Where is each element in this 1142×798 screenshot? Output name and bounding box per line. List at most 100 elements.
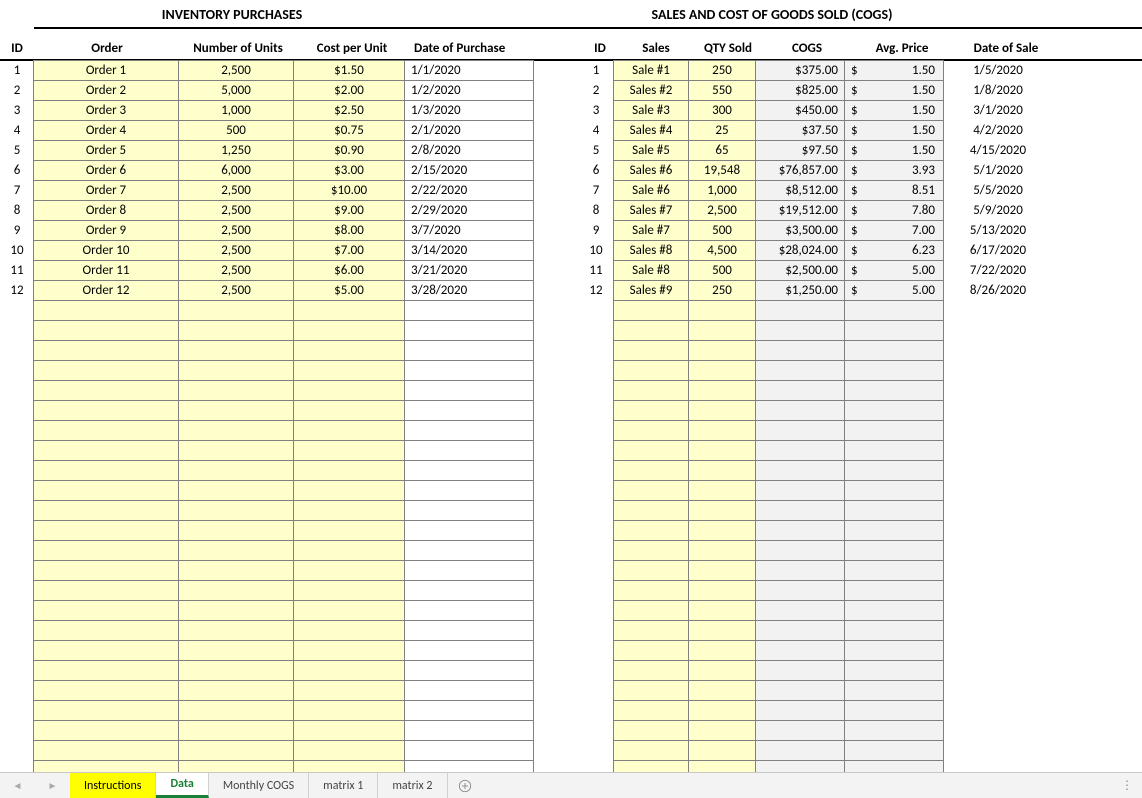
cell-units[interactable]: 2,500: [178, 260, 294, 281]
cell-date-purchase[interactable]: 3/14/2020: [404, 240, 534, 261]
cell-cogs[interactable]: [755, 700, 845, 721]
cell-qty[interactable]: 25: [688, 120, 756, 141]
table-row[interactable]: 5Order 51,250$0.902/8/20205Sale #565$97.…: [0, 141, 1142, 161]
cell-date-sale[interactable]: 8/26/2020: [944, 281, 1052, 301]
cell-date-purchase[interactable]: 3/28/2020: [404, 280, 534, 301]
cell-avg-price[interactable]: [844, 520, 944, 541]
cell-avg-price[interactable]: $5.00: [844, 260, 944, 281]
cell-date-sale[interactable]: [944, 721, 1052, 741]
cell-cost[interactable]: [293, 480, 405, 501]
hdr-qty[interactable]: QTY Sold: [694, 39, 762, 59]
table-row[interactable]: [0, 321, 1142, 341]
cell-qty[interactable]: [688, 680, 756, 701]
table-row[interactable]: 6Order 66,000$3.002/15/20206Sales #619,5…: [0, 161, 1142, 181]
cell-cogs[interactable]: [755, 520, 845, 541]
cell-cost[interactable]: [293, 740, 405, 761]
cell-date-purchase[interactable]: 1/3/2020: [404, 100, 534, 121]
cell-date-purchase[interactable]: [404, 460, 534, 481]
cell-sale[interactable]: [613, 480, 689, 501]
cell-id[interactable]: [0, 541, 34, 561]
cell-date-purchase[interactable]: 2/8/2020: [404, 140, 534, 161]
hdr-date-sale[interactable]: Date of Sale: [952, 39, 1060, 59]
cell-id[interactable]: 12: [0, 281, 34, 301]
table-row[interactable]: [0, 401, 1142, 421]
cell-order[interactable]: [33, 720, 179, 741]
cell-date-sale[interactable]: 1/5/2020: [944, 61, 1052, 81]
cell-qty[interactable]: [688, 740, 756, 761]
table-row[interactable]: 1Order 12,500$1.501/1/20201Sale #1250$37…: [0, 61, 1142, 81]
cell-cost[interactable]: [293, 500, 405, 521]
cell-id2[interactable]: [578, 521, 614, 541]
cell-id[interactable]: [0, 681, 34, 701]
cell-id[interactable]: [0, 401, 34, 421]
cell-id[interactable]: [0, 581, 34, 601]
cell-units[interactable]: 1,250: [178, 140, 294, 161]
cell-avg-price[interactable]: $7.00: [844, 220, 944, 241]
table-row[interactable]: 8Order 82,500$9.002/29/20208Sales #72,50…: [0, 201, 1142, 221]
cell-date-sale[interactable]: [944, 301, 1052, 321]
cell-id2[interactable]: 5: [578, 141, 614, 161]
cell-id[interactable]: 2: [0, 81, 34, 101]
cell-date-sale[interactable]: 4/15/2020: [944, 141, 1052, 161]
tab-nav[interactable]: ◄ ►: [0, 773, 70, 798]
cell-avg-price[interactable]: [844, 720, 944, 741]
cell-sale[interactable]: [613, 560, 689, 581]
cell-date-sale[interactable]: [944, 661, 1052, 681]
cell-id[interactable]: [0, 461, 34, 481]
cell-cost[interactable]: [293, 760, 405, 772]
cell-order[interactable]: [33, 340, 179, 361]
cell-avg-price[interactable]: [844, 540, 944, 561]
hdr-units[interactable]: Number of Units: [180, 39, 296, 59]
table-row[interactable]: [0, 341, 1142, 361]
cell-units[interactable]: [178, 620, 294, 641]
cell-date-purchase[interactable]: [404, 400, 534, 421]
cell-id[interactable]: 7: [0, 181, 34, 201]
cell-units[interactable]: [178, 520, 294, 541]
cell-units[interactable]: [178, 540, 294, 561]
cell-cost[interactable]: $1.50: [293, 60, 405, 81]
cell-avg-price[interactable]: [844, 460, 944, 481]
cell-qty[interactable]: 250: [688, 280, 756, 301]
cell-avg-price[interactable]: [844, 480, 944, 501]
cell-date-purchase[interactable]: 2/15/2020: [404, 160, 534, 181]
cell-id2[interactable]: [578, 701, 614, 721]
cell-date-sale[interactable]: 5/5/2020: [944, 181, 1052, 201]
cell-order[interactable]: [33, 740, 179, 761]
cell-date-sale[interactable]: 3/1/2020: [944, 101, 1052, 121]
cell-avg-price[interactable]: $1.50: [844, 80, 944, 101]
cell-cost[interactable]: [293, 700, 405, 721]
cell-units[interactable]: [178, 420, 294, 441]
cell-order[interactable]: [33, 360, 179, 381]
cell-date-sale[interactable]: 5/9/2020: [944, 201, 1052, 221]
cell-avg-price[interactable]: [844, 640, 944, 661]
cell-id[interactable]: 4: [0, 121, 34, 141]
cell-order[interactable]: [33, 680, 179, 701]
cell-date-purchase[interactable]: [404, 480, 534, 501]
cell-id2[interactable]: [578, 641, 614, 661]
cell-avg-price[interactable]: [844, 500, 944, 521]
cell-units[interactable]: 2,500: [178, 220, 294, 241]
cell-date-purchase[interactable]: [404, 580, 534, 601]
cell-qty[interactable]: [688, 640, 756, 661]
cell-id2[interactable]: 7: [578, 181, 614, 201]
cell-units[interactable]: [178, 640, 294, 661]
cell-units[interactable]: [178, 400, 294, 421]
cell-qty[interactable]: [688, 420, 756, 441]
cell-date-sale[interactable]: 1/8/2020: [944, 81, 1052, 101]
cell-id2[interactable]: [578, 501, 614, 521]
cell-units[interactable]: [178, 320, 294, 341]
cell-id[interactable]: [0, 301, 34, 321]
cell-sale[interactable]: [613, 300, 689, 321]
cell-order[interactable]: [33, 480, 179, 501]
cell-units[interactable]: [178, 760, 294, 772]
cell-avg-price[interactable]: $8.51: [844, 180, 944, 201]
cell-cogs[interactable]: [755, 320, 845, 341]
cell-id[interactable]: 1: [0, 61, 34, 81]
cell-cost[interactable]: [293, 720, 405, 741]
cell-avg-price[interactable]: [844, 620, 944, 641]
cell-id[interactable]: [0, 741, 34, 761]
cell-qty[interactable]: 300: [688, 100, 756, 121]
cell-date-sale[interactable]: [944, 641, 1052, 661]
cell-id2[interactable]: 3: [578, 101, 614, 121]
cell-id[interactable]: [0, 501, 34, 521]
